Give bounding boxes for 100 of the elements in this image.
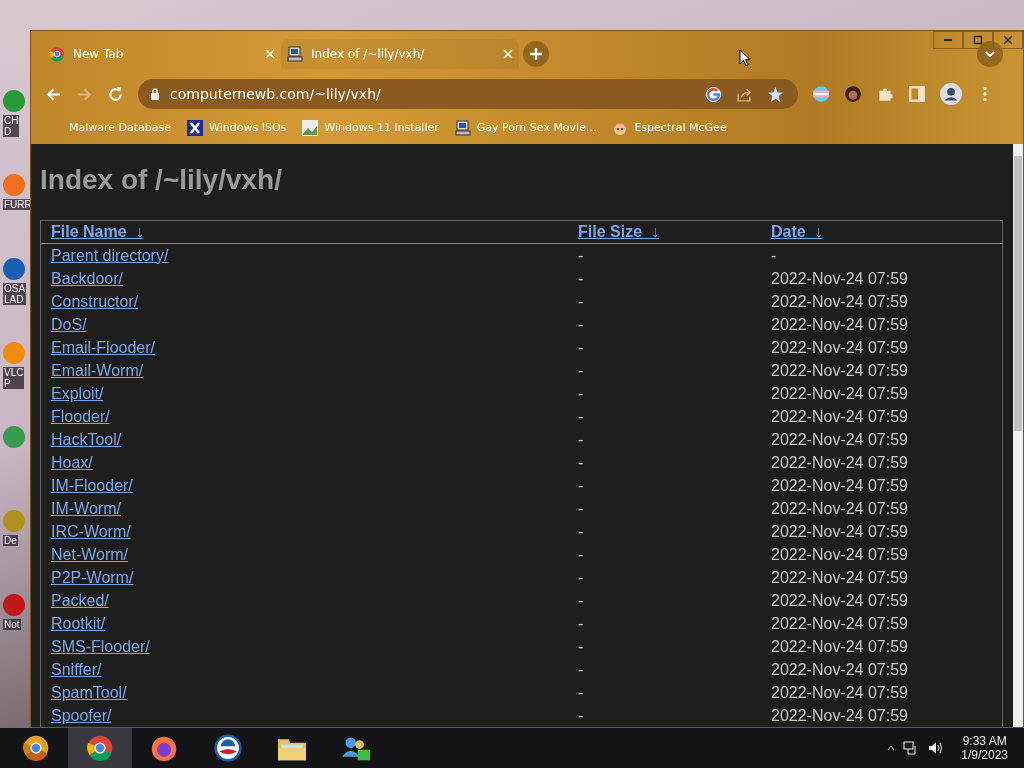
new-tab-button[interactable] xyxy=(523,41,549,67)
directory-link[interactable]: Sniffer/ xyxy=(51,660,102,678)
date-cell: 2022-Nov-24 07:59 xyxy=(761,382,1003,405)
minimize-icon xyxy=(944,39,952,41)
date-cell: 2022-Nov-24 07:59 xyxy=(761,451,1003,474)
star-icon[interactable] xyxy=(767,85,784,103)
speaker-icon[interactable] xyxy=(927,740,944,756)
close-icon[interactable] xyxy=(265,49,275,59)
directory-link[interactable]: Packed/ xyxy=(51,591,109,609)
file-size-cell-text: - xyxy=(577,567,585,588)
directory-link[interactable]: Flooder/ xyxy=(51,407,110,425)
date-cell: 2022-Nov-24 07:59 xyxy=(761,313,1003,336)
directory-link[interactable]: IM-Worm/ xyxy=(51,499,121,517)
date-cell: - xyxy=(761,243,1003,267)
page-heading: Index of /~lily/vxh/ xyxy=(40,164,283,196)
file-size-cell-text: - xyxy=(577,659,585,680)
date-cell: 2022-Nov-24 07:59 xyxy=(761,405,1003,428)
show-hidden-icons-icon[interactable] xyxy=(887,745,896,751)
desktop-app-icon[interactable] xyxy=(3,594,25,616)
file-size-cell-text: - xyxy=(577,383,585,404)
directory-link[interactable]: DoS/ xyxy=(51,315,87,333)
directory-link[interactable]: IRC-Worm/ xyxy=(51,522,131,540)
maximize-icon xyxy=(973,35,983,45)
date-cell: 2022-Nov-24 07:59 xyxy=(761,566,1003,589)
desktop-app-icon[interactable] xyxy=(3,258,25,280)
directory-link[interactable]: SMS-Flooder/ xyxy=(51,637,150,655)
directory-link[interactable]: Parent directory/ xyxy=(51,246,169,264)
directory-link[interactable]: Email-Worm/ xyxy=(51,361,144,379)
close-icon[interactable] xyxy=(503,49,513,59)
directory-link[interactable]: P2P-Worm/ xyxy=(51,568,134,586)
picture-icon xyxy=(302,119,319,136)
directory-link[interactable]: Email-Flooder/ xyxy=(51,338,156,356)
file-size-cell-text: - xyxy=(577,337,585,358)
directory-link[interactable]: Hoax/ xyxy=(51,453,93,471)
reload-icon[interactable] xyxy=(107,85,124,103)
clock[interactable]: 9:33 AM 1/9/2023 xyxy=(961,734,1008,762)
scrollbar-thumb[interactable] xyxy=(1014,156,1022,431)
date-cell: 2022-Nov-24 07:59 xyxy=(761,267,1003,290)
directory-link[interactable]: SpamTool/ xyxy=(51,683,127,701)
date-cell: 2022-Nov-24 07:59 xyxy=(761,543,1003,566)
close-icon xyxy=(1003,35,1013,45)
file-size-cell-text: - xyxy=(577,590,585,611)
file-size-cell-text: - xyxy=(577,429,585,450)
file-size-cell-text: - xyxy=(577,475,585,496)
file-size-cell-text: - xyxy=(577,314,585,335)
date-cell: 2022-Nov-24 07:59 xyxy=(761,428,1003,451)
desktop-icon-label: CH D xyxy=(3,115,20,137)
minimize-button[interactable] xyxy=(933,31,963,49)
clock-time: 9:33 AM xyxy=(962,734,1007,748)
flag-extension-icon[interactable] xyxy=(812,85,830,103)
directory-link[interactable]: Spoofer/ xyxy=(51,706,112,724)
address-bar[interactable]: computernewb.com/~lily/vxh/ xyxy=(138,79,798,109)
directory-link[interactable]: IM-Flooder/ xyxy=(51,476,133,494)
tab-search-button[interactable] xyxy=(977,41,1003,67)
bookmark-link[interactable]: Espectral McGee xyxy=(612,119,727,136)
date-cell: 2022-Nov-24 07:59 xyxy=(761,290,1003,313)
taskbar-app-button[interactable] xyxy=(68,728,132,768)
date-cell: 2022-Nov-24 07:59 xyxy=(761,681,1003,704)
file-size-cell-text: - xyxy=(577,452,585,473)
desktop-app-icon[interactable] xyxy=(3,90,25,112)
profile-avatar-icon[interactable] xyxy=(940,83,962,105)
date-cell: 2022-Nov-24 07:59 xyxy=(761,658,1003,681)
chrome-logo-icon xyxy=(22,734,50,762)
file-size-cell-text: - xyxy=(577,406,585,427)
file-size-cell-text: - xyxy=(577,268,585,289)
file-size-cell: - xyxy=(568,243,761,267)
google-logo-icon[interactable] xyxy=(705,85,722,103)
computer-icon xyxy=(287,46,303,62)
desktop-icon-label: VLC P xyxy=(3,367,25,389)
lock-icon xyxy=(150,88,160,100)
sort-column-link[interactable]: File Name ↓ xyxy=(51,223,144,240)
avatar-extension-icon[interactable] xyxy=(844,85,862,103)
mouse-cursor-icon xyxy=(739,49,751,67)
file-size-cell-text: - xyxy=(577,521,585,542)
computer-icon xyxy=(454,119,471,136)
desktop-app-icon[interactable] xyxy=(3,426,25,448)
file-size-cell-text: - xyxy=(577,291,585,312)
file-size-cell-text: - xyxy=(577,682,585,703)
file-size-cell-text: - xyxy=(577,498,585,519)
date-cell: 2022-Nov-24 07:59 xyxy=(761,612,1003,635)
maximize-button[interactable] xyxy=(963,31,993,49)
sort-column-link[interactable]: File Size ↓ xyxy=(578,223,659,240)
directory-link[interactable]: HackTool/ xyxy=(51,430,122,448)
chevron-down-icon xyxy=(984,48,996,60)
directory-link[interactable]: Constructor/ xyxy=(51,292,139,310)
desktop-icon-label: Not xyxy=(3,619,21,630)
directory-link[interactable]: Exploit/ xyxy=(51,384,104,402)
directory-link[interactable]: Backdoor/ xyxy=(51,269,124,287)
directory-link[interactable]: Rootkit/ xyxy=(51,614,106,632)
side-panel-icon[interactable] xyxy=(908,85,926,103)
file-size-cell-text: - xyxy=(577,360,585,381)
sort-column-link[interactable]: Date ↓ xyxy=(771,223,823,240)
directory-link[interactable]: Net-Worm/ xyxy=(51,545,129,563)
date-cell: 2022-Nov-24 07:59 xyxy=(761,589,1003,612)
scrollbar[interactable] xyxy=(1013,144,1023,727)
date-cell: 2022-Nov-24 07:59 xyxy=(761,635,1003,658)
chrome-logo-icon xyxy=(49,46,65,62)
close-button[interactable] xyxy=(993,31,1023,49)
date-cell: 2022-Nov-24 07:59 xyxy=(761,336,1003,359)
date-cell: 2022-Nov-24 07:59 xyxy=(761,520,1003,543)
